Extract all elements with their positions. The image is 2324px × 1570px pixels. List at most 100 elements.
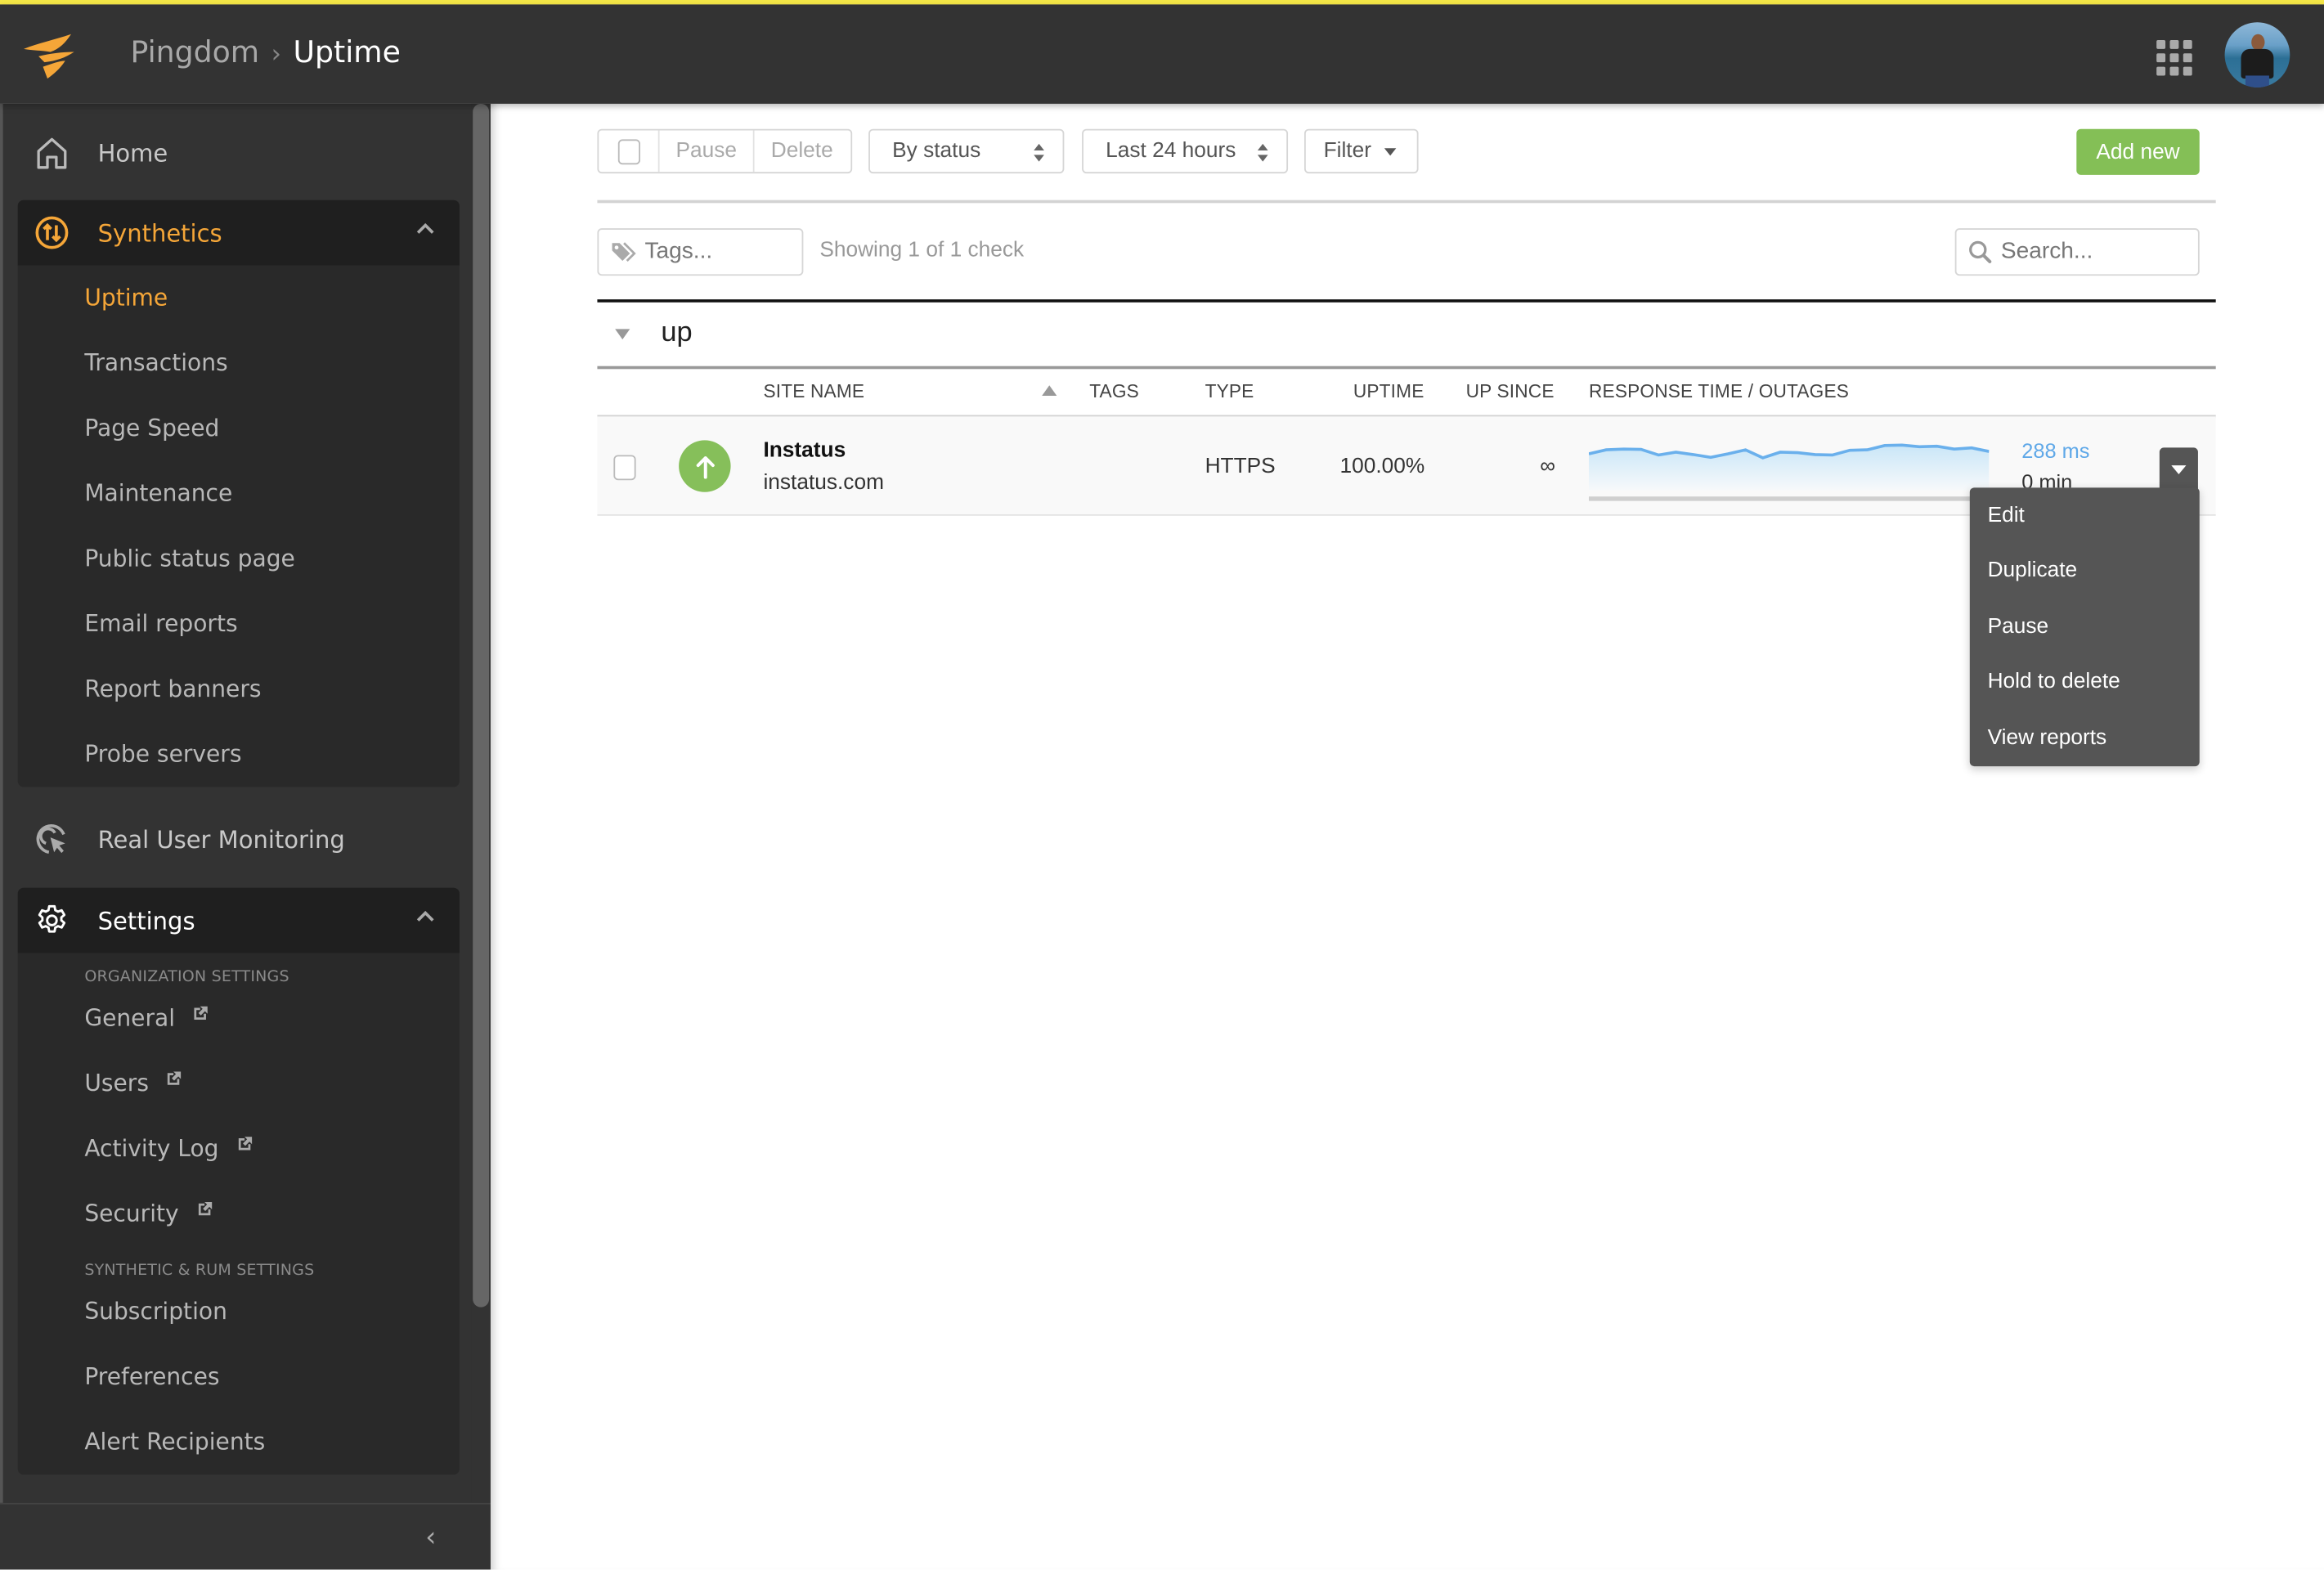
group-collapse-caret-icon[interactable] [615,329,630,340]
sidebar-item-label: Report banners [84,675,262,703]
sidebar-group-synthetics: Synthetics Uptime Transactions Page Spee… [17,200,460,787]
sidebar-item-alert-recipients[interactable]: Alert Recipients [18,1410,460,1475]
synthetics-arrows-icon [33,213,71,252]
divider [597,366,2216,369]
external-link-icon [238,1136,252,1150]
section-label-synthetic-rum: SYNTHETIC & RUM SETTINGS [84,1261,315,1280]
chevron-up-icon[interactable] [415,905,436,926]
sidebar-item-label: Real User Monitoring [97,824,345,854]
caret-down-icon [1384,147,1397,155]
site-type: HTTPS [1205,455,1276,479]
rum-cursor-icon [33,819,71,858]
search-input[interactable] [2000,238,2187,266]
sidebar-item-preferences[interactable]: Preferences [18,1344,460,1410]
sidebar-item-activity-log[interactable]: Activity Log [18,1116,460,1182]
breadcrumb: Pingdom › Uptime [131,34,401,70]
sidebar-group-settings: Settings ORGANIZATION SETTINGS General U… [17,887,460,1475]
sidebar-item-home[interactable]: Home [18,120,460,186]
external-link-icon [194,1005,208,1020]
home-icon [33,133,71,172]
solarwinds-logo-icon[interactable] [20,28,80,81]
sidebar-item-label: Uptime [84,285,168,312]
tags-input[interactable] [644,238,778,266]
column-header-type[interactable]: TYPE [1205,381,1254,401]
tags-filter-field[interactable] [597,228,804,276]
user-avatar[interactable] [2224,22,2290,87]
sidebar-item-label: Activity Log [84,1135,219,1162]
updown-arrows-icon [1257,143,1268,162]
sort-ascending-icon[interactable] [1042,385,1057,396]
sidebar-item-settings[interactable]: Settings [17,887,460,953]
time-range-select[interactable]: Last 24 hours [1082,128,1289,174]
divider [597,200,2216,204]
column-header-tags[interactable]: TAGS [1089,381,1139,401]
outage-bar [1589,496,1990,501]
sidebar-item-label: Users [84,1070,149,1097]
column-header-site-name[interactable]: SITE NAME [763,381,864,401]
search-field[interactable] [1954,228,2200,276]
row-checkbox[interactable] [613,455,636,481]
column-header-up-since[interactable]: UP SINCE [1466,381,1555,401]
chevron-up-icon[interactable] [415,218,436,238]
menu-item-view-reports[interactable]: View reports [1970,710,2200,765]
main-content: Pause Delete By status Last 24 hours Fil… [490,103,2324,1570]
select-all-checkbox-wrap[interactable] [599,130,660,173]
sidebar-item-general[interactable]: General [18,985,460,1051]
delete-button[interactable]: Delete [752,130,850,173]
group-name: up [661,316,693,348]
row-actions-dropdown-button[interactable] [2159,447,2198,492]
pause-button[interactable]: Pause [660,131,753,173]
site-url: instatus.com [763,471,884,496]
caret-down-icon [2171,465,2187,474]
row-actions-menu: Edit Duplicate Pause Hold to delete View… [1969,487,2200,767]
menu-item-edit[interactable]: Edit [1970,487,2200,543]
app-window: Pingdom › Uptime Home Synthetics Uptime [0,0,2324,1570]
menu-item-hold-to-delete[interactable]: Hold to delete [1970,654,2200,710]
sidebar-item-security[interactable]: Security [18,1182,460,1247]
breadcrumb-current: Uptime [293,34,401,70]
collapse-sidebar-icon[interactable]: ‹ [425,1522,436,1553]
sidebar-item-maintenance[interactable]: Maintenance [18,461,460,527]
group-by-select[interactable]: By status [868,128,1065,174]
add-new-button[interactable]: Add new [2076,128,2200,175]
column-header-uptime[interactable]: UPTIME [1353,381,1424,401]
response-time-sparkline[interactable] [1589,431,1990,502]
time-range-value: Last 24 hours [1106,139,1236,164]
gear-icon [33,901,71,940]
site-name[interactable]: Instatus [763,439,846,463]
sidebar-item-label: Probe servers [84,741,242,768]
sidebar-item-email-reports[interactable]: Email reports [18,591,460,657]
sidebar-item-real-user-monitoring[interactable]: Real User Monitoring [18,806,460,872]
sidebar-item-subscription[interactable]: Subscription [18,1279,460,1344]
sidebar-item-probe-servers[interactable]: Probe servers [18,722,460,787]
updown-arrows-icon [1034,143,1044,162]
site-uptime: 100.00% [1339,455,1425,479]
sidebar-item-label: Preferences [84,1363,220,1391]
select-all-checkbox[interactable] [617,138,640,164]
sidebar-item-uptime[interactable]: Uptime [18,265,460,330]
sidebar-item-label: General [84,1004,176,1032]
filter-dropdown[interactable]: Filter [1304,128,1419,174]
sidebar-item-label: Alert Recipients [84,1429,266,1456]
menu-item-duplicate[interactable]: Duplicate [1970,543,2200,599]
sidebar-scrollbar-thumb[interactable] [473,103,490,1308]
arrow-up-icon [695,455,714,478]
column-header-response-time: RESPONSE TIME / OUTAGES [1589,380,1850,402]
sidebar-item-report-banners[interactable]: Report banners [18,657,460,722]
sidebar-item-synthetics[interactable]: Synthetics [17,200,460,266]
top-bar: Pingdom › Uptime [0,4,2324,104]
external-link-icon [198,1201,212,1215]
showing-count: Showing 1 of 1 check [819,238,1025,262]
menu-item-pause[interactable]: Pause [1970,599,2200,654]
sidebar-item-page-speed[interactable]: Page Speed [18,396,460,461]
sidebar-item-users[interactable]: Users [18,1051,460,1116]
sidebar-item-label: Email reports [84,610,238,638]
breadcrumb-pingdom[interactable]: Pingdom [131,34,260,70]
sidebar-item-label: Security [84,1200,179,1227]
sidebar-item-label: Public status page [84,545,295,572]
sidebar-item-transactions[interactable]: Transactions [18,330,460,396]
app-grid-icon[interactable] [2156,39,2192,76]
sidebar-item-label: Page Speed [84,415,220,442]
sidebar-item-public-status-page[interactable]: Public status page [18,526,460,591]
search-icon [1969,240,1992,263]
